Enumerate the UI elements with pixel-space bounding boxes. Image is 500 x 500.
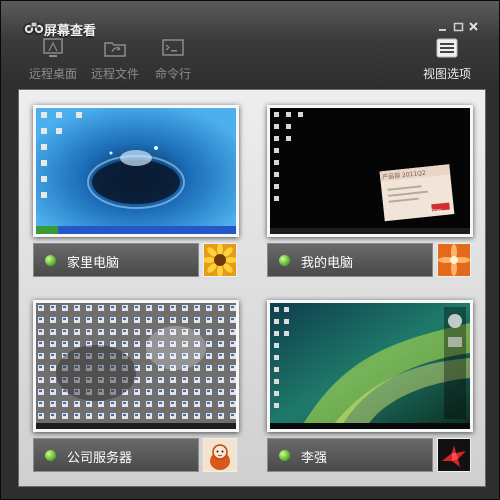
computer-label-bar[interactable]: 我的电脑 [267,243,433,277]
remote-files-label: 远程文件 [90,67,139,81]
avatar [437,243,471,277]
sunflower-avatar-icon [204,244,236,276]
paper-crane-avatar-icon [438,439,470,471]
command-line-label: 命令行 [154,67,191,81]
online-status-dot [45,450,56,461]
orange-flower-avatar-icon [438,244,470,276]
water-drop-wallpaper [36,108,236,234]
terminal-icon [162,39,184,56]
popup-brand: Oray [429,207,443,215]
grey-desktop-wallpaper [36,303,236,429]
title-bar[interactable]: 屏幕查看 [1,1,499,39]
list-view-icon [436,38,458,58]
screen-thumbnail-mine[interactable]: 产品部 2011Q2 Oray [267,105,473,237]
computer-label-bar[interactable]: 公司服务器 [33,438,199,472]
black-desktop-wallpaper [270,108,470,234]
screen-view-window: 屏幕查看 远程桌面 远程文件 命令行 视图选项 家里电脑 产品部 2011Q2 … [0,0,500,500]
computer-name: 家里电脑 [67,256,120,271]
remote-desktop-label: 远程桌面 [28,67,77,81]
computer-label-bar[interactable]: 李强 [267,438,433,472]
avatar [203,243,237,277]
computer-name: 我的电脑 [301,256,354,271]
computer-name: 李强 [301,451,328,466]
command-line-button[interactable]: 命令行 [154,37,192,82]
online-status-dot [279,450,290,461]
doll-avatar-icon [204,439,236,471]
remote-files-icon [104,42,126,57]
computer-grid: 家里电脑 产品部 2011Q2 Oray 我的电脑 公司服务器 李强 [18,89,486,487]
vista-aurora-wallpaper [270,303,470,429]
remote-desktop-button[interactable]: 远程桌面 [28,37,78,82]
view-options-label: 视图选项 [422,67,471,81]
remote-desktop-icon [43,38,63,57]
computer-name: 公司服务器 [67,451,133,466]
toolbar: 远程桌面 远程文件 命令行 视图选项 [1,31,499,89]
computer-label-bar[interactable]: 家里电脑 [33,243,199,277]
online-status-dot [279,255,290,266]
screen-thumbnail-liqiang[interactable] [267,300,473,432]
screen-thumbnail-server[interactable] [33,300,239,432]
remote-files-button[interactable]: 远程文件 [90,37,140,82]
view-options-button[interactable]: 视图选项 [420,37,474,82]
avatar [203,438,237,472]
online-status-dot [45,255,56,266]
screen-thumbnail-home[interactable] [33,105,239,237]
avatar [437,438,471,472]
